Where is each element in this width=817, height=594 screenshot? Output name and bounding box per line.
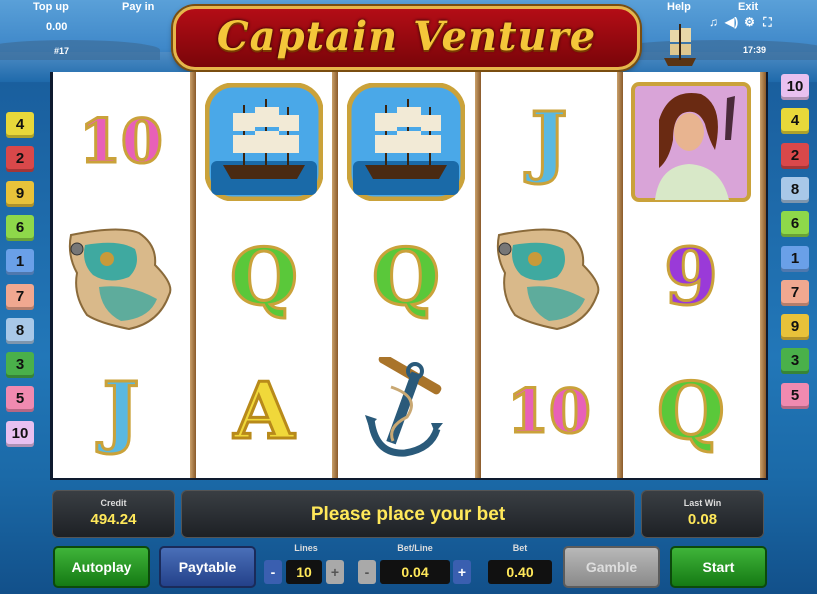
symbol-map	[485, 216, 613, 344]
anchor-icon	[365, 357, 443, 457]
treasure-map-icon	[496, 228, 600, 331]
symbol-lady	[627, 78, 755, 206]
bet-label: Bet	[512, 543, 528, 553]
balance-display: 0.00	[46, 21, 68, 33]
symbol-10: 10	[78, 107, 164, 177]
exit-button[interactable]: Exit	[738, 1, 758, 13]
reel-5: 9 Q	[623, 72, 766, 478]
reel-2: Q A	[196, 72, 338, 478]
symbol-q: Q	[656, 366, 727, 457]
bet-line-increase-button[interactable]: +	[453, 560, 471, 584]
payline-indicator-left-7: 7	[6, 283, 34, 310]
sound-icon[interactable]: ◀)	[725, 16, 738, 29]
symbol-map	[57, 216, 185, 344]
lines-value: 10	[286, 560, 322, 584]
game-id: #17	[54, 46, 70, 56]
payline-indicator-right-1: 1	[781, 245, 809, 272]
last-win-panel: Last Win 0.08	[641, 490, 764, 538]
symbol-q: Q	[371, 232, 442, 323]
ship-icon	[205, 83, 323, 201]
ship-icon	[347, 83, 465, 201]
hill-right	[610, 40, 817, 60]
payline-indicator-right-6: 6	[781, 211, 809, 238]
symbol-ship	[200, 78, 328, 206]
symbol-q: Q	[229, 232, 300, 323]
payline-indicator-left-10: 10	[6, 420, 34, 447]
reel-1: 10 J	[53, 72, 196, 478]
payline-indicator-right-8: 8	[781, 176, 809, 203]
symbol-10: 10	[506, 377, 592, 447]
settings-icon[interactable]: ⚙	[743, 16, 756, 29]
fullscreen-icon[interactable]: ⛶	[761, 16, 774, 29]
bet-line-value: 0.04	[380, 560, 450, 584]
credit-label: Credit	[100, 498, 127, 508]
payline-indicator-right-2: 2	[781, 142, 809, 169]
lines-decrease-button[interactable]: -	[264, 560, 282, 584]
bet-value: 0.40	[488, 560, 552, 584]
payline-indicator-right-10: 10	[781, 74, 809, 100]
credit-panel: Credit 494.24	[52, 490, 175, 538]
ship-background-icon	[664, 24, 696, 66]
payline-indicator-left-3: 3	[6, 352, 34, 379]
treasure-map-icon	[68, 228, 172, 331]
last-win-value: 0.08	[687, 511, 718, 528]
music-icon[interactable]: ♫	[707, 16, 720, 29]
bet-line-decrease-button[interactable]: -	[358, 560, 376, 584]
start-button[interactable]: Start	[670, 546, 767, 588]
credit-value: 494.24	[90, 511, 137, 528]
lady-portrait-icon	[631, 82, 751, 202]
payline-indicator-left-8: 8	[6, 317, 34, 344]
status-message: Please place your bet	[310, 504, 506, 525]
reel-4: J 10	[481, 72, 623, 478]
payline-indicator-left-1: 1	[6, 249, 34, 276]
clock: 17:39	[743, 45, 767, 55]
payline-indicator-right-3: 3	[781, 348, 809, 375]
help-button[interactable]: Help	[667, 1, 691, 13]
autoplay-button[interactable]: Autoplay	[53, 546, 150, 588]
top-up-button[interactable]: Top up	[33, 1, 69, 13]
payline-indicator-right-4: 4	[781, 108, 809, 135]
symbol-j: J	[101, 366, 141, 457]
game-logo: Captain Venture	[173, 6, 640, 70]
payline-indicator-left-6: 6	[6, 214, 34, 241]
symbol-a: A	[232, 366, 296, 457]
gamble-button[interactable]: Gamble	[563, 546, 660, 588]
payline-indicator-left-2: 2	[6, 146, 34, 173]
message-panel: Please place your bet	[181, 490, 635, 538]
last-win-label: Last Win	[683, 498, 722, 508]
lines-increase-button[interactable]: +	[326, 560, 344, 584]
symbol-9: 9	[662, 232, 719, 323]
symbol-anchor	[342, 348, 470, 476]
payline-indicator-left-4: 4	[6, 112, 34, 138]
symbol-j: J	[529, 96, 569, 187]
paytable-button[interactable]: Paytable	[159, 546, 256, 588]
reel-area: 10 J Q A Q J 10 9 Q	[50, 72, 768, 480]
payline-indicator-left-5: 5	[6, 386, 34, 413]
bet-line-label: Bet/Line	[397, 543, 433, 553]
payline-indicator-right-7: 7	[781, 279, 809, 306]
payline-indicator-left-9: 9	[6, 180, 34, 207]
hill-left	[0, 40, 160, 60]
lines-label: Lines	[294, 543, 318, 553]
game-title: Captain Venture	[216, 13, 597, 60]
symbol-ship	[342, 78, 470, 206]
reel-3: Q	[338, 72, 481, 478]
payline-indicator-right-9: 9	[781, 314, 809, 341]
pay-in-button[interactable]: Pay in	[122, 1, 154, 13]
payline-indicator-right-5: 5	[781, 382, 809, 409]
